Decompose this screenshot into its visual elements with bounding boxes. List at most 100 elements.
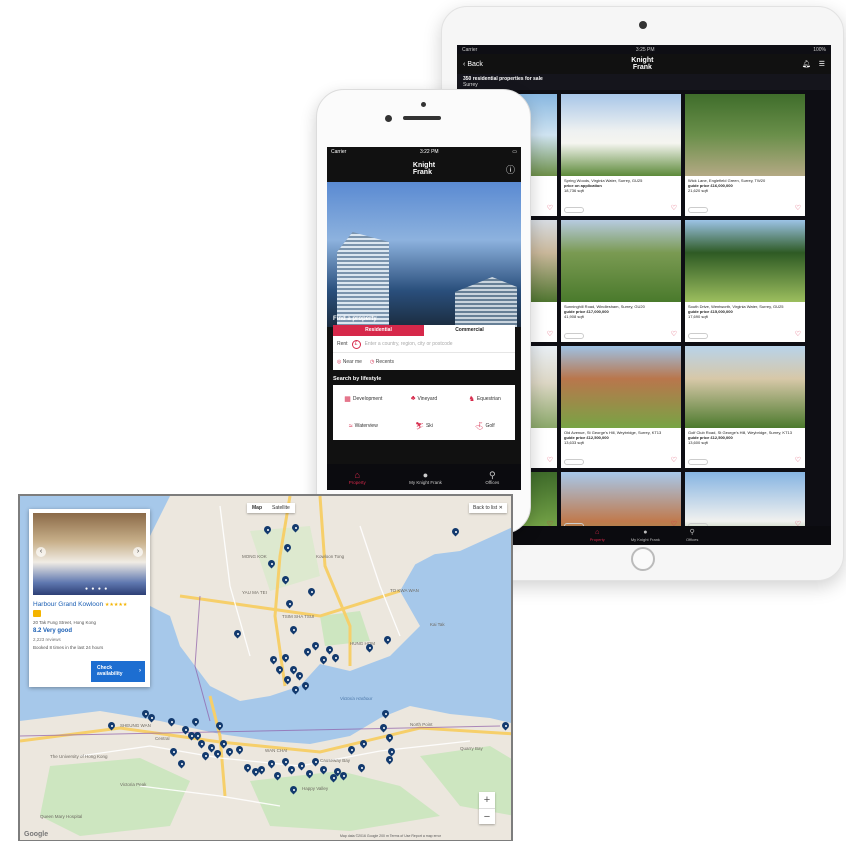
segment-residential[interactable]: Residential <box>333 325 424 336</box>
listing-card[interactable]: Spring Woods, Virginia Water, Surrey, GU… <box>561 94 681 216</box>
currency-icon[interactable]: £ <box>351 339 361 349</box>
check-availability-button[interactable]: Check availability › <box>91 661 145 682</box>
heart-icon[interactable]: ♡ <box>671 204 677 212</box>
map-pin-icon[interactable] <box>310 640 321 651</box>
ipad-tab-my-knight-frank[interactable]: ● My Knight Frank <box>631 529 660 542</box>
chevron-left-icon[interactable]: ‹ <box>36 547 46 557</box>
iphone-tab-offices[interactable]: ⚲ Offices <box>485 470 499 485</box>
map-pin-icon[interactable] <box>146 712 157 723</box>
map-pin-icon[interactable] <box>284 598 295 609</box>
ipad-tab-property[interactable]: ⌂ Property <box>590 529 605 542</box>
map-pin-icon[interactable] <box>176 758 187 769</box>
heart-icon[interactable]: ♡ <box>547 204 553 212</box>
map-pin-icon[interactable] <box>358 738 369 749</box>
heart-icon[interactable]: ♡ <box>671 456 677 464</box>
heart-icon[interactable]: ♡ <box>795 330 801 338</box>
map-pin-icon[interactable] <box>378 722 389 733</box>
map-pin-icon[interactable] <box>106 720 117 731</box>
near-me-button[interactable]: ◎ Near me <box>337 359 362 365</box>
back-button[interactable]: ‹ Back <box>463 61 483 68</box>
map-pin-icon[interactable] <box>266 558 277 569</box>
lifestyle-vineyard[interactable]: ♣ Vineyard <box>394 395 455 402</box>
ipad-tab-offices[interactable]: ⚲ Offices <box>686 529 698 542</box>
map-pin-icon[interactable] <box>272 770 283 781</box>
zoom-out-button[interactable]: − <box>479 808 495 824</box>
map-pin-icon[interactable] <box>190 716 201 727</box>
lifestyle-development[interactable]: ▦ Development <box>333 395 394 403</box>
listing-card[interactable]: Old Avenue, St George's Hill, Weybridge,… <box>561 346 681 468</box>
map-pin-icon[interactable] <box>318 764 329 775</box>
map-pin-icon[interactable] <box>310 756 321 767</box>
map-pin-icon[interactable] <box>288 624 299 635</box>
listing-card[interactable]: ♡ <box>561 472 681 532</box>
map-pin-icon[interactable] <box>302 646 313 657</box>
map-pin-icon[interactable] <box>304 768 315 779</box>
map-pin-icon[interactable] <box>234 744 245 755</box>
map-pin-icon[interactable] <box>382 634 393 645</box>
map-pin-icon[interactable] <box>286 764 297 775</box>
map-pin-icon[interactable] <box>356 762 367 773</box>
iphone-tab-property[interactable]: ⌂ Property <box>349 470 366 485</box>
map-type-satellite[interactable]: Satellite <box>267 503 295 513</box>
map-pin-icon[interactable] <box>330 652 341 663</box>
map-pin-icon[interactable] <box>168 746 179 757</box>
hotel-info-card[interactable]: ‹ › ● ● ● ● Harbour Grand Kowloon ★★★★★ … <box>29 509 150 687</box>
segment-commercial[interactable]: Commercial <box>424 325 515 336</box>
heart-icon[interactable]: ♡ <box>671 330 677 338</box>
hotel-name[interactable]: Harbour Grand Kowloon ★★★★★ <box>33 601 127 608</box>
map-pin-icon[interactable] <box>364 642 375 653</box>
map-pin-icon[interactable] <box>268 654 279 665</box>
lifestyle-golf[interactable]: ⛳︎ Golf <box>454 422 515 430</box>
iphone-tab-my-knight-frank[interactable]: ● My Knight Frank <box>409 470 442 485</box>
back-to-list-button[interactable]: Back to list ✕ <box>469 503 507 513</box>
map-pin-icon[interactable] <box>290 522 301 533</box>
map-pin-icon[interactable] <box>224 746 235 757</box>
listing-card[interactable]: ♡ <box>685 472 805 532</box>
map-pin-icon[interactable] <box>306 586 317 597</box>
map-pin-icon[interactable] <box>338 770 349 781</box>
map-pin-icon[interactable] <box>192 730 203 741</box>
heart-icon[interactable]: ♡ <box>547 330 553 338</box>
listing-card[interactable]: South Drive, Wentworth, Virginia Water, … <box>685 220 805 342</box>
lifestyle-waterview[interactable]: ≈ Waterview <box>333 423 394 430</box>
map-pin-icon[interactable] <box>214 720 225 731</box>
listing-card[interactable]: Wick Lane, Englefield Green, Surrey, TW2… <box>685 94 805 216</box>
map-pin-icon[interactable] <box>256 764 267 775</box>
listing-card[interactable]: Sunninghill Road, Windlesham, Surrey, GU… <box>561 220 681 342</box>
rent-toggle[interactable]: Rent <box>337 341 348 347</box>
map-pin-icon[interactable] <box>166 716 177 727</box>
map-pin-icon[interactable] <box>290 684 301 695</box>
heart-icon[interactable]: ♡ <box>547 456 553 464</box>
map-pin-icon[interactable] <box>196 738 207 749</box>
lifestyle-equestrian[interactable]: ♞ Equestrian <box>454 395 515 403</box>
hotel-map[interactable]: TSIM SHA TSUI Kowloon Tong Kai Tak Victo… <box>18 494 513 841</box>
map-pin-icon[interactable] <box>300 680 311 691</box>
map-pin-icon[interactable] <box>274 664 285 675</box>
lifestyle-ski[interactable]: ⛷ Ski <box>394 422 455 430</box>
map-pin-icon[interactable] <box>280 574 291 585</box>
map-pin-icon[interactable] <box>500 720 511 731</box>
chevron-right-icon[interactable]: › <box>133 547 143 557</box>
heart-icon[interactable]: ♡ <box>795 456 801 464</box>
bell-icon[interactable]: 🔔︎ <box>802 60 811 68</box>
map-pin-icon[interactable] <box>262 524 273 535</box>
map-pin-icon[interactable] <box>212 748 223 759</box>
map-pin-icon[interactable] <box>280 652 291 663</box>
zoom-in-button[interactable]: + <box>479 792 495 808</box>
map-pin-icon[interactable] <box>450 526 461 537</box>
map-pin-icon[interactable] <box>282 542 293 553</box>
map-pin-icon[interactable] <box>296 760 307 771</box>
recents-button[interactable]: ◷ Recents <box>370 359 394 365</box>
filter-icon[interactable]: ☰ <box>819 60 825 68</box>
map-pin-icon[interactable] <box>232 628 243 639</box>
map-pin-icon[interactable] <box>384 732 395 743</box>
heart-icon[interactable]: ♡ <box>795 204 801 212</box>
map-pin-icon[interactable] <box>328 772 339 783</box>
listing-card[interactable]: Golf Club Road, St George's Hill, Weybri… <box>685 346 805 468</box>
map-pin-icon[interactable] <box>380 708 391 719</box>
map-pin-icon[interactable] <box>346 744 357 755</box>
map-pin-icon[interactable] <box>384 754 395 765</box>
map-pin-icon[interactable] <box>282 674 293 685</box>
map-pin-icon[interactable] <box>288 784 299 795</box>
search-input[interactable]: Enter a country, region, city or postcod… <box>365 341 453 347</box>
